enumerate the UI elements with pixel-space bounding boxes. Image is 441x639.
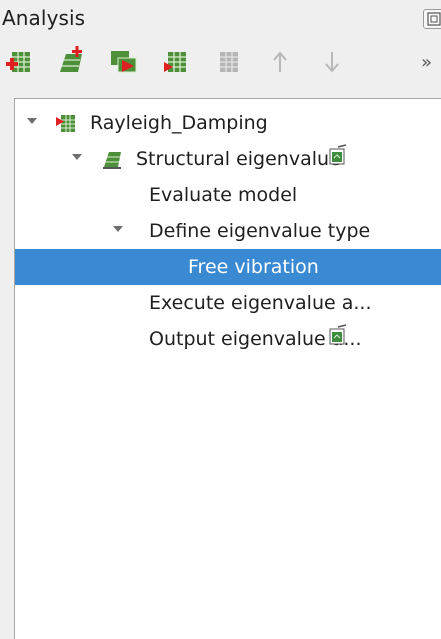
output-file-icon: [329, 144, 347, 165]
toolbar-overflow-button[interactable]: »: [421, 52, 432, 73]
tree-item-evaluate-model[interactable]: Evaluate model: [15, 177, 441, 213]
move-up-icon: [273, 51, 287, 72]
move-down-icon: [325, 52, 339, 73]
tree-item-execute-eigenvalue[interactable]: Execute eigenvalue a...: [15, 285, 441, 321]
float-icon: [427, 12, 441, 26]
tree-item-output-eigenvalue[interactable]: Output eigenvalue a...: [15, 321, 441, 357]
tree-item-label: Evaluate model: [149, 184, 298, 206]
move-down-button[interactable]: [316, 46, 348, 78]
tree-item-label: Free vibration: [188, 256, 319, 278]
add-analysis-button[interactable]: [4, 46, 36, 78]
tree-item-label: Define eigenvalue type: [149, 220, 371, 242]
expand-arrow-icon[interactable]: [72, 154, 82, 160]
add-command-button[interactable]: [56, 46, 88, 78]
analysis-icon: [56, 115, 75, 132]
add-analysis-icon: [6, 52, 30, 72]
output-file-icon: [329, 324, 347, 345]
analysis-toolbar: »: [0, 42, 441, 82]
tree-item-free-vibration[interactable]: Free vibration: [15, 249, 441, 285]
tree-item-label: Execute eigenvalue a...: [149, 292, 372, 314]
run-command-icon: [164, 52, 186, 72]
run-command-button[interactable]: [160, 46, 192, 78]
disabled-command-icon: [220, 52, 238, 72]
command-group-icon: [103, 152, 121, 169]
tree-item-label: Structural eigenvalue: [136, 148, 341, 170]
analysis-panel-header: Analysis: [0, 0, 441, 38]
tree-item-label: Rayleigh_Damping: [90, 112, 268, 134]
disabled-command-button[interactable]: [212, 46, 244, 78]
run-analysis-button[interactable]: [108, 46, 140, 78]
move-up-button[interactable]: [264, 46, 296, 78]
add-command-icon: [60, 46, 82, 72]
tree-item-define-eigenvalue-type[interactable]: Define eigenvalue type: [15, 213, 441, 249]
expand-arrow-icon[interactable]: [27, 118, 37, 124]
panel-title: Analysis: [2, 6, 86, 30]
expand-arrow-icon[interactable]: [113, 226, 123, 232]
tree-item-rayleigh-damping[interactable]: Rayleigh_Damping: [15, 105, 441, 141]
float-panel-button[interactable]: [423, 9, 441, 29]
run-analysis-icon: [111, 51, 137, 73]
analysis-tree[interactable]: Rayleigh_Damping Structural eigenvalue E…: [14, 98, 441, 639]
tree-item-structural-eigenvalue[interactable]: Structural eigenvalue: [15, 141, 441, 177]
